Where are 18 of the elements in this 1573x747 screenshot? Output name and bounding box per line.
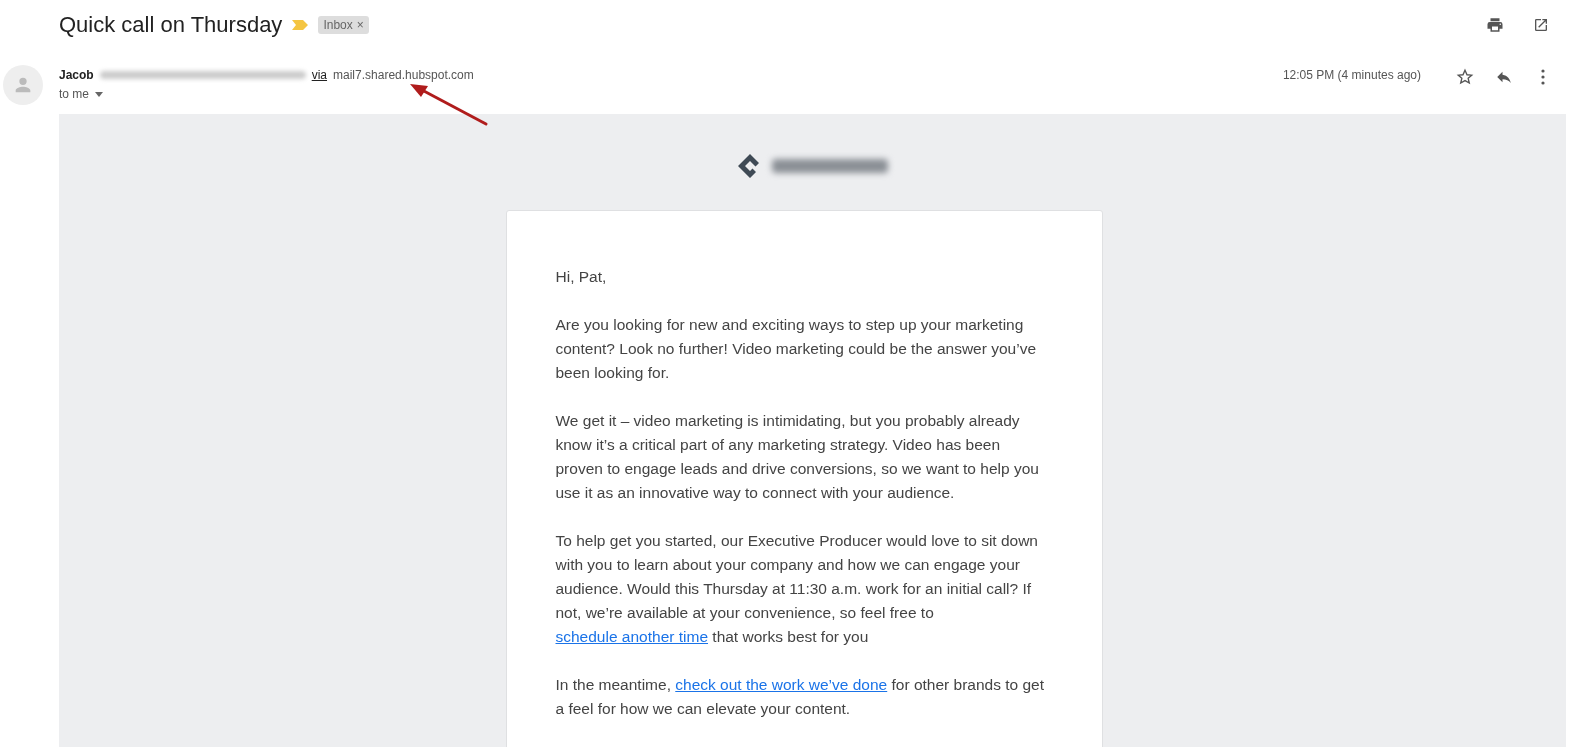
body-paragraph: In the meantime, check out the work we’ve done for other brands to get a feel for how we can elevate your content. <box>555 675 1046 719</box>
importance-marker-icon[interactable] <box>292 20 309 30</box>
more-vertical-icon[interactable] <box>1541 69 1545 85</box>
via-domain: mail7.shared.hubspot.com <box>333 68 474 82</box>
via-link[interactable]: via <box>311 68 328 82</box>
sender-avatar <box>3 65 43 105</box>
inline-link[interactable]: check out the work we’ve done <box>675 676 888 693</box>
message-time: 12:05 PM (4 minutes ago) <box>1282 67 1421 82</box>
inline-link[interactable]: schedule another time <box>555 628 708 645</box>
email-subject: Quick call on Thursday <box>59 12 283 38</box>
body-paragraph: To help get you started, our Executive Producer would love to sit down with you to learn about your company and how we can engage your audience. Would this Thursday at 11:30 a.m. work for an initial call? If not, we’re available at your convenience, so feel free to schedule another time that works best for you <box>555 531 1039 647</box>
body-paragraph: Are you looking for new and exciting ways to step up your marketing content? Look no further! Video marketing could be the answer you’ve been looking for. <box>555 315 1037 383</box>
sender-name: Jacob <box>59 68 94 82</box>
label-chip[interactable]: Inbox × <box>318 16 369 34</box>
recipient-dropdown[interactable]: to me <box>59 87 474 101</box>
body-paragraph: We get it – video marketing is intimidating, but you probably already know it’s a critical part of any marketing strategy. Video has been proven to engage leads and drive conversions, so we want to help you use it as an innovative way to connect with your audience. <box>555 411 1040 503</box>
caret-icon[interactable] <box>95 91 103 97</box>
body-paragraph: Hi, Pat, <box>555 267 608 287</box>
